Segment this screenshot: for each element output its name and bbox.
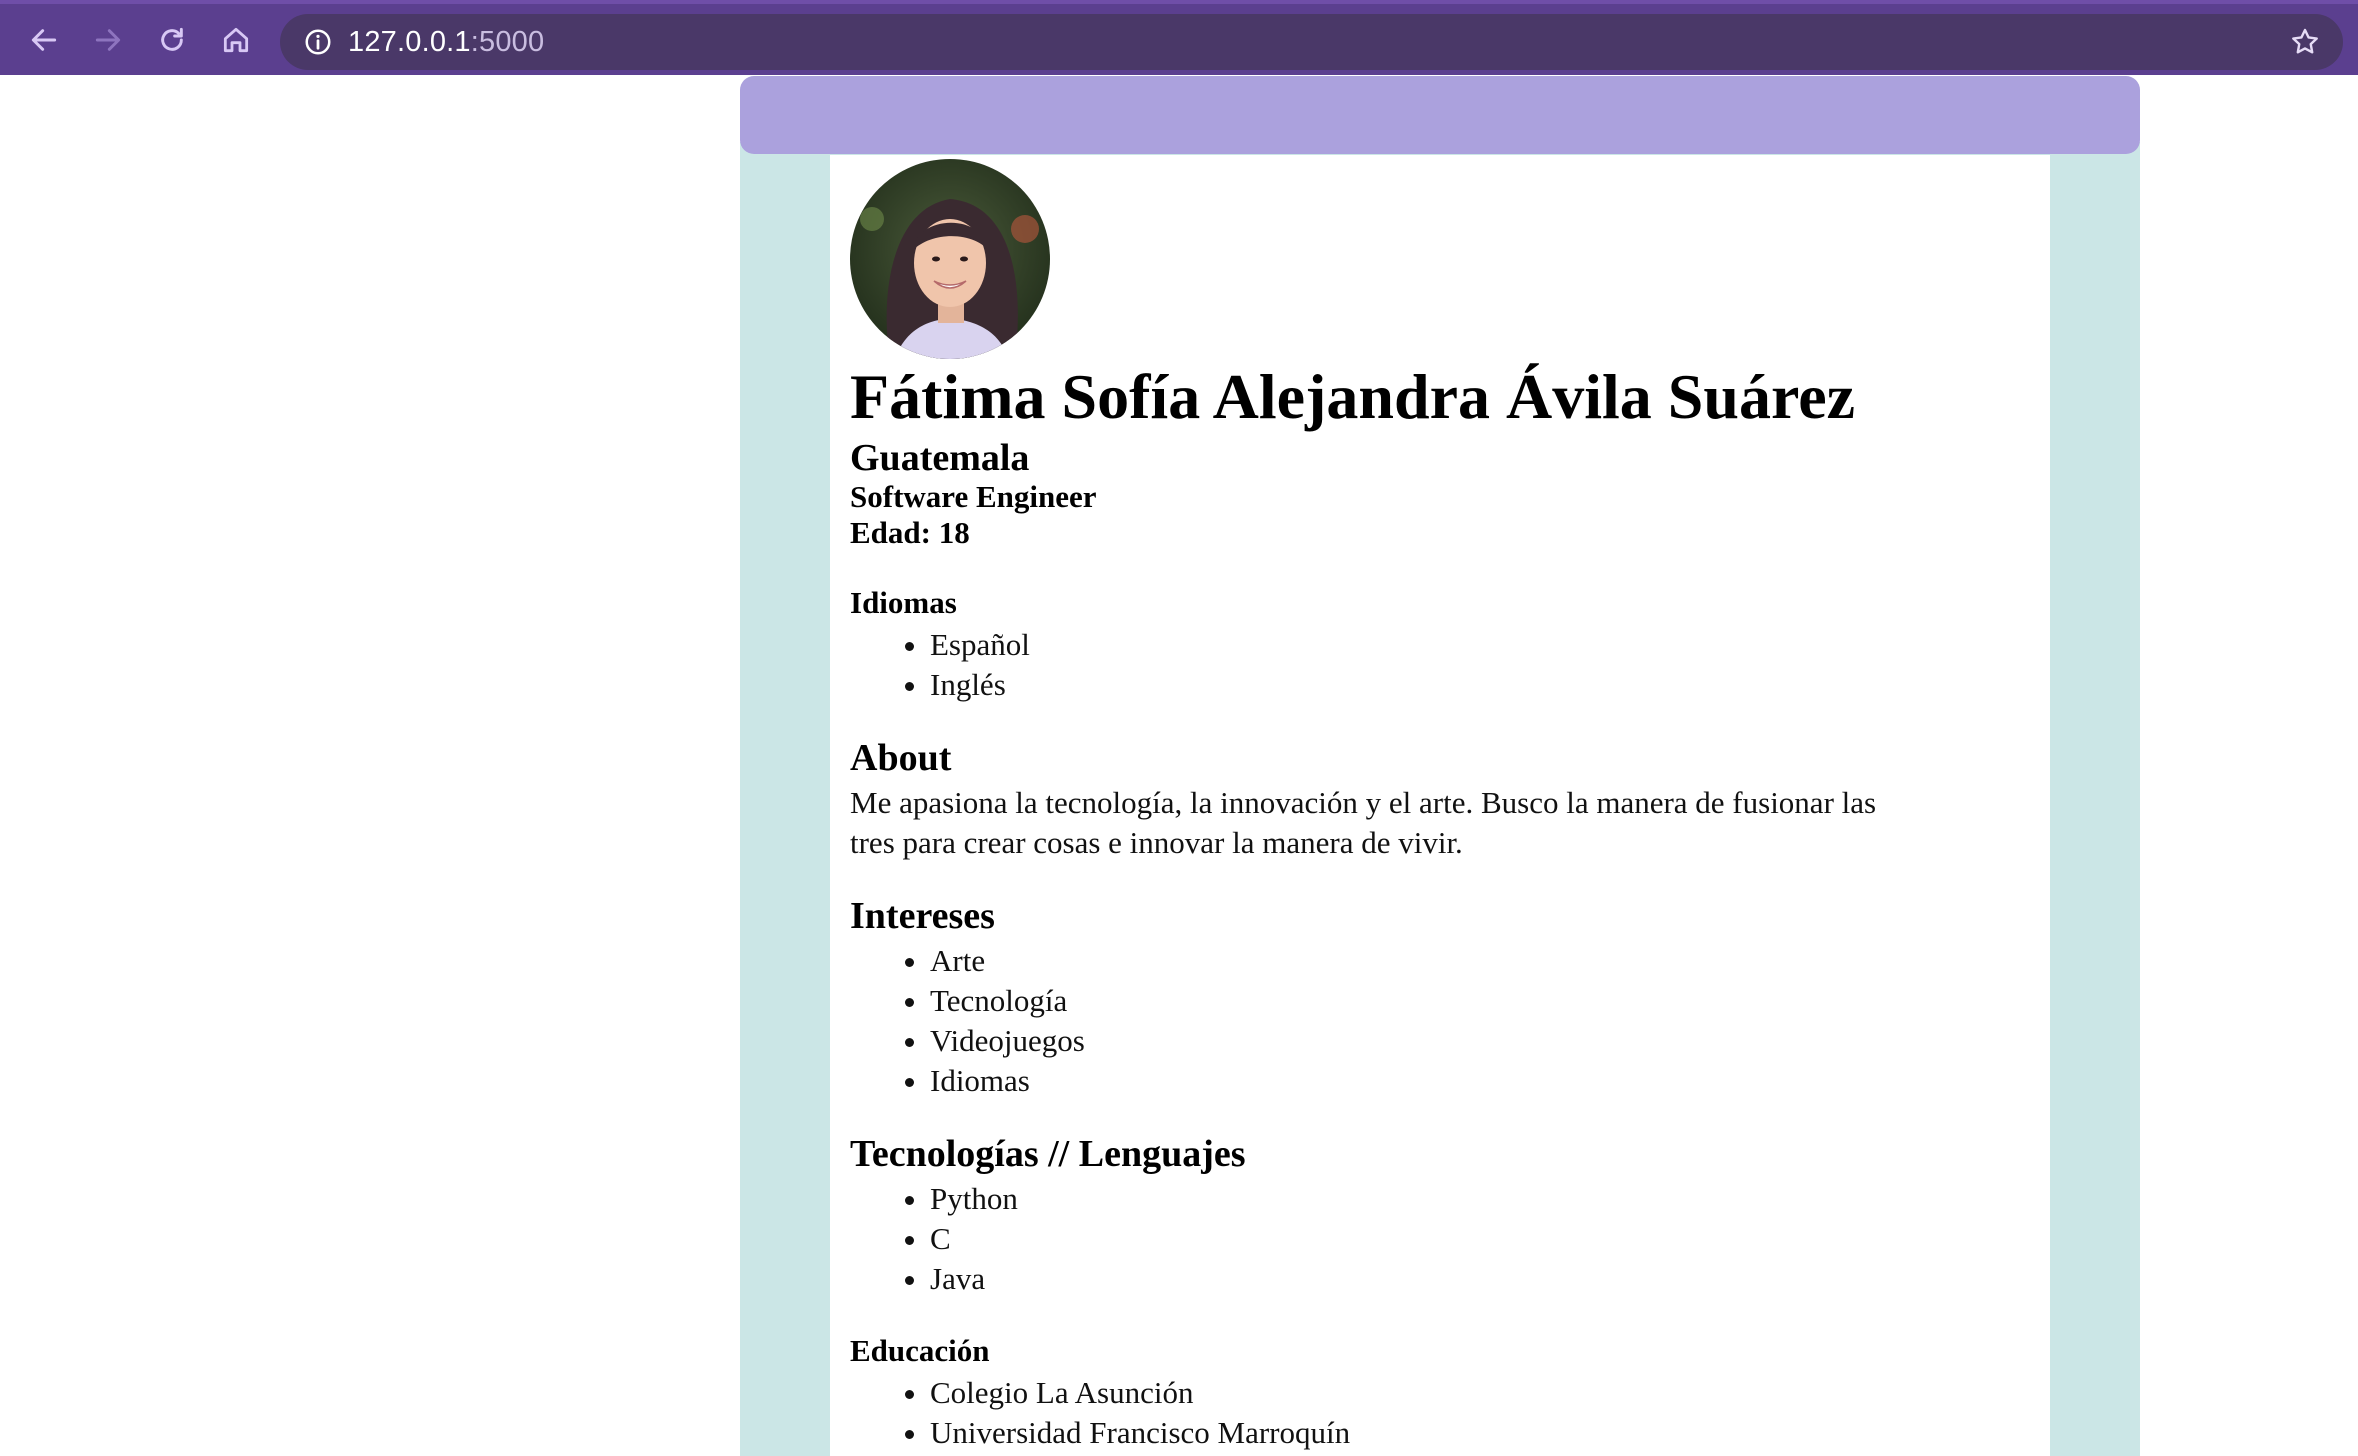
- url-port: :5000: [470, 26, 545, 58]
- list-item: Tecnología: [930, 981, 2030, 1021]
- profile-country: Guatemala: [850, 437, 1030, 479]
- tech-list: Python C Java: [850, 1179, 2030, 1299]
- list-item: Inglés: [930, 665, 2030, 705]
- back-arrow-icon[interactable]: [22, 18, 66, 62]
- info-icon[interactable]: [302, 26, 334, 58]
- profile-photo: [850, 159, 1050, 359]
- about-text: Me apasiona la tecnología, la innovación…: [850, 785, 1877, 860]
- profile-age: Edad: 18: [850, 515, 970, 550]
- address-bar[interactable]: 127.0.0.1:5000: [280, 14, 2343, 70]
- profile-name: Fátima Sofía Alejandra Ávila Suárez: [850, 361, 1855, 432]
- list-item: Arte: [930, 941, 2030, 981]
- list-item: Español: [930, 625, 2030, 665]
- list-item: Universidad Francisco Marroquín: [930, 1413, 2030, 1453]
- browser-toolbar: 127.0.0.1:5000: [0, 0, 2358, 75]
- interests-list: Arte Tecnología Videojuegos Idiomas: [850, 941, 2030, 1101]
- education-heading: Educación: [850, 1333, 990, 1368]
- url-host: 127.0.0.1: [348, 26, 471, 58]
- list-item: C: [930, 1219, 2030, 1259]
- reload-icon[interactable]: [150, 18, 194, 62]
- education-list: Colegio La Asunción Universidad Francisc…: [850, 1373, 2030, 1453]
- url-text[interactable]: 127.0.0.1:5000: [348, 14, 544, 70]
- list-item: Idiomas: [930, 1061, 2030, 1101]
- profile-content: Fátima Sofía Alejandra Ávila Suárez Guat…: [850, 159, 2030, 1453]
- list-item: Videojuegos: [930, 1021, 2030, 1061]
- list-item: Java: [930, 1259, 2030, 1299]
- page-header-bar: [740, 76, 2140, 154]
- about-heading: About: [850, 737, 952, 779]
- profile-role: Software Engineer: [850, 479, 1097, 514]
- interests-heading: Intereses: [850, 895, 995, 937]
- languages-heading: Idiomas: [850, 585, 957, 620]
- forward-arrow-icon[interactable]: [86, 18, 130, 62]
- tech-heading: Tecnologías // Lenguajes: [850, 1133, 1246, 1175]
- list-item: Python: [930, 1179, 2030, 1219]
- star-icon[interactable]: [2287, 24, 2323, 60]
- list-item: Colegio La Asunción: [930, 1373, 2030, 1413]
- home-icon[interactable]: [214, 18, 258, 62]
- content-card: Fátima Sofía Alejandra Ávila Suárez Guat…: [830, 155, 2050, 1456]
- languages-list: Español Inglés: [850, 625, 2030, 705]
